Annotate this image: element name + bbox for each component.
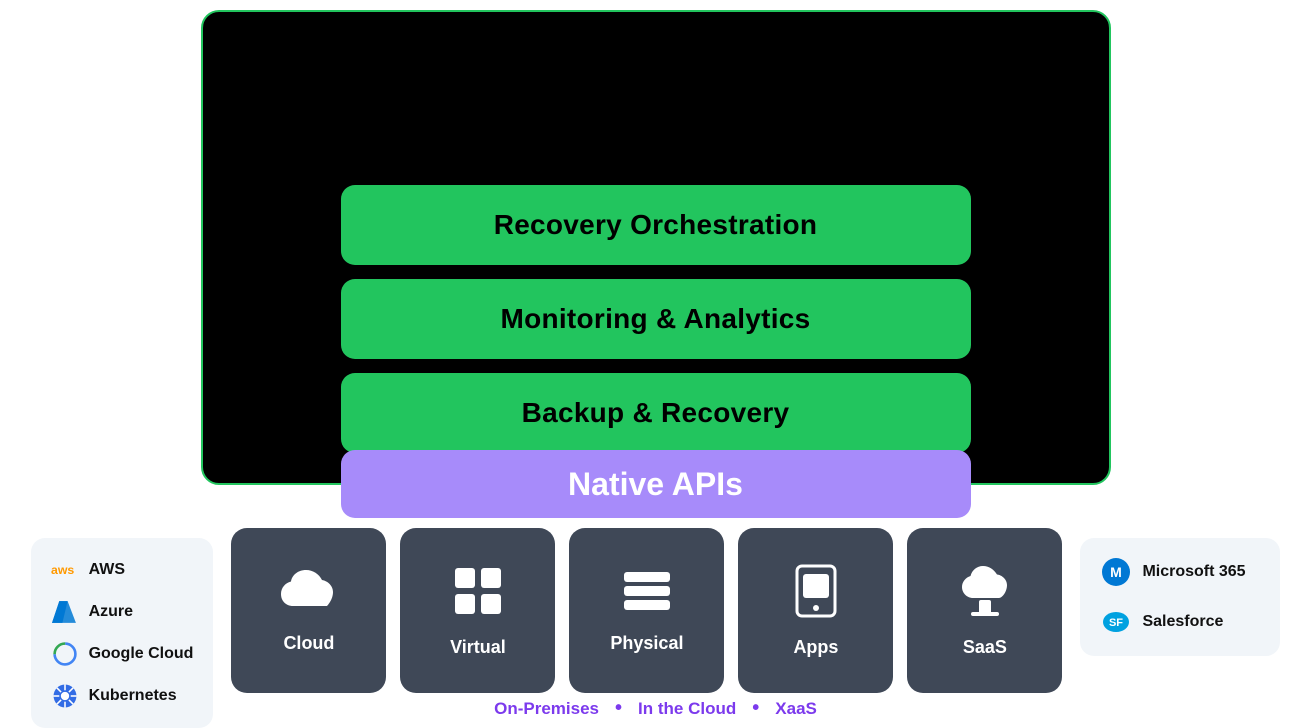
- svg-text:SF: SF: [1109, 617, 1123, 629]
- aws-label: AWS: [89, 561, 125, 579]
- google-cloud-item: Google Cloud: [51, 640, 194, 668]
- virtual-tile-label: Virtual: [450, 637, 506, 658]
- apps-tile: Apps: [738, 528, 893, 693]
- microsoft365-label: Microsoft 365: [1142, 563, 1245, 581]
- saas-icon: [955, 564, 1015, 625]
- google-cloud-icon: [51, 640, 79, 668]
- azure-label: Azure: [89, 603, 133, 621]
- kubernetes-icon: [51, 682, 79, 710]
- bottom-labels: On-Premises • In the Cloud • XaaS: [494, 697, 817, 720]
- separator1: •: [615, 697, 622, 720]
- left-panel: aws AWS Azure: [31, 538, 214, 728]
- main-container: Recovery Orchestration Monitoring & Anal…: [0, 0, 1311, 728]
- physical-icon: [620, 568, 674, 621]
- kubernetes-label: Kubernetes: [89, 687, 177, 705]
- xaas-label: XaaS: [775, 699, 817, 719]
- monitoring-analytics-label: Monitoring & Analytics: [500, 303, 810, 335]
- kubernetes-item: Kubernetes: [51, 682, 194, 710]
- outer-box: Recovery Orchestration Monitoring & Anal…: [201, 10, 1111, 485]
- salesforce-label: Salesforce: [1142, 613, 1223, 631]
- saas-tile: SaaS: [907, 528, 1062, 693]
- monitoring-analytics-pill: Monitoring & Analytics: [341, 279, 971, 359]
- cloud-tile-label: Cloud: [283, 633, 334, 654]
- on-premises-label: On-Premises: [494, 699, 599, 719]
- right-panel: M Microsoft 365 SF Salesforce: [1080, 538, 1280, 656]
- virtual-tile: Virtual: [400, 528, 555, 693]
- physical-tile-label: Physical: [610, 633, 683, 654]
- saas-tile-label: SaaS: [963, 637, 1007, 658]
- apps-tile-label: Apps: [793, 637, 838, 658]
- backup-recovery-label: Backup & Recovery: [522, 397, 790, 429]
- svg-text:M: M: [1111, 564, 1123, 580]
- apps-icon: [791, 564, 841, 625]
- tiles-row: Cloud Virtual: [231, 528, 1062, 693]
- salesforce-item: SF Salesforce: [1100, 606, 1260, 638]
- in-the-cloud-label: In the Cloud: [638, 699, 736, 719]
- cloud-icon: [279, 568, 339, 621]
- microsoft365-icon: M: [1100, 556, 1132, 588]
- backup-recovery-pill: Backup & Recovery: [341, 373, 971, 453]
- recovery-orchestration-pill: Recovery Orchestration: [341, 185, 971, 265]
- virtual-icon: [451, 564, 505, 625]
- native-apis-bar: Native APIs: [341, 450, 971, 518]
- aws-item: aws AWS: [51, 556, 194, 584]
- aws-icon: aws: [51, 556, 79, 584]
- azure-item: Azure: [51, 598, 194, 626]
- microsoft365-item: M Microsoft 365: [1100, 556, 1260, 588]
- native-apis-label: Native APIs: [568, 466, 743, 503]
- azure-icon: [51, 598, 79, 626]
- separator2: •: [752, 697, 759, 720]
- google-cloud-label: Google Cloud: [89, 645, 194, 663]
- salesforce-icon: SF: [1100, 606, 1132, 638]
- recovery-orchestration-label: Recovery Orchestration: [494, 209, 818, 241]
- cloud-tile: Cloud: [231, 528, 386, 693]
- green-pills-container: Recovery Orchestration Monitoring & Anal…: [341, 185, 971, 453]
- svg-text:aws: aws: [51, 563, 74, 577]
- physical-tile: Physical: [569, 528, 724, 693]
